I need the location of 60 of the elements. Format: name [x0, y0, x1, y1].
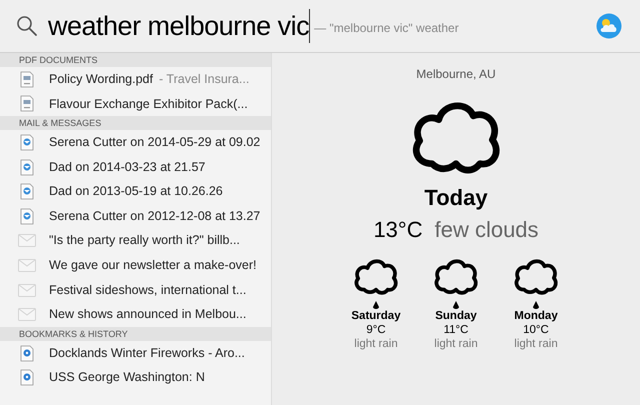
- location-label: Melbourne, AU: [416, 66, 496, 83]
- result-detail: - Travel Insura...: [159, 70, 250, 88]
- envelope-icon: [18, 234, 36, 248]
- result-item[interactable]: Flavour Exchange Exhibitor Pack(...: [0, 92, 271, 116]
- result-item[interactable]: Serena Cutter on 2012-12-08 at 13.27: [0, 204, 271, 229]
- weather-app-icon: [596, 13, 622, 39]
- forecast-condition: light rain: [434, 337, 478, 352]
- envelope-icon: [18, 308, 36, 322]
- result-title: Dad on 2013-05-19 at 10.26.26: [49, 183, 223, 200]
- mail-document-icon: [20, 158, 34, 176]
- raindrop-icon: [533, 301, 539, 310]
- forecast-day: Sunday: [435, 309, 477, 324]
- result-item[interactable]: USS George Washington: N: [0, 366, 271, 390]
- result-title: Festival sideshows, international t...: [49, 282, 246, 299]
- result-item[interactable]: Policy Wording.pdf - Travel Insura...: [0, 67, 271, 92]
- envelope-icon: [18, 284, 36, 297]
- result-title: Serena Cutter on 2012-12-08 at 13.27: [49, 208, 260, 225]
- forecast-temperature: 10°C: [523, 323, 549, 338]
- result-item[interactable]: Serena Cutter on 2014-05-29 at 09.02: [0, 130, 271, 155]
- result-title: Dad on 2014-03-23 at 21.57: [49, 158, 206, 176]
- result-title: USS George Washington: N: [49, 369, 205, 386]
- section-header: BOOKMARKS & HISTORY: [0, 326, 271, 341]
- section-header: PDF DOCUMENTS: [0, 53, 271, 67]
- result-item[interactable]: Dad on 2013-05-19 at 10.26.26: [0, 179, 271, 204]
- result-item[interactable]: New shows announced in Melbou...: [0, 302, 271, 327]
- result-item[interactable]: "Is the party really worth it?" billb...: [0, 228, 271, 254]
- search-suggestion: — "melbourne vic" weather: [314, 20, 459, 37]
- forecast-temperature: 9°C: [366, 323, 386, 338]
- pdf-document-icon: [20, 95, 34, 112]
- forecast-temperature: 11°C: [444, 323, 468, 338]
- result-title: We gave our newsletter a make-over!: [49, 257, 257, 274]
- result-title: Policy Wording.pdf: [49, 70, 153, 88]
- envelope-icon: [18, 258, 36, 272]
- result-title: Docklands Winter Fireworks - Aro...: [49, 344, 245, 362]
- raindrop-icon: [453, 301, 459, 310]
- section-header: MAIL & MESSAGES: [0, 116, 271, 130]
- result-item[interactable]: Dad on 2014-03-23 at 21.57: [0, 154, 271, 180]
- result-title: Serena Cutter on 2014-05-29 at 09.02: [49, 134, 260, 152]
- pdf-document-icon: [20, 70, 34, 88]
- temperature-label: 13°C: [373, 216, 423, 244]
- search-field[interactable]: weather melbourne vic: [48, 9, 310, 43]
- result-item[interactable]: We gave our newsletter a make-over!: [0, 253, 271, 278]
- forecast-condition: light rain: [514, 337, 558, 352]
- web-document-icon: [20, 344, 34, 362]
- web-document-icon: [20, 369, 34, 386]
- result-item[interactable]: Festival sideshows, international t...: [0, 278, 271, 302]
- forecast-day: Saturday: [351, 309, 401, 324]
- raindrop-icon: [373, 301, 379, 310]
- result-title: New shows announced in Melbou...: [49, 306, 246, 324]
- condition-label: few clouds: [434, 216, 539, 244]
- result-title: "Is the party really worth it?" billb...: [49, 232, 240, 250]
- mail-document-icon: [20, 134, 34, 151]
- result-item[interactable]: Docklands Winter Fireworks - Aro...: [0, 340, 271, 366]
- mail-document-icon: [20, 208, 34, 225]
- mail-document-icon: [20, 183, 34, 200]
- forecast-condition: light rain: [354, 337, 398, 352]
- forecast-day: Monday: [514, 309, 558, 324]
- day-label: Today: [424, 185, 488, 211]
- search-icon: [16, 15, 38, 37]
- result-title: Flavour Exchange Exhibitor Pack(...: [49, 96, 248, 113]
